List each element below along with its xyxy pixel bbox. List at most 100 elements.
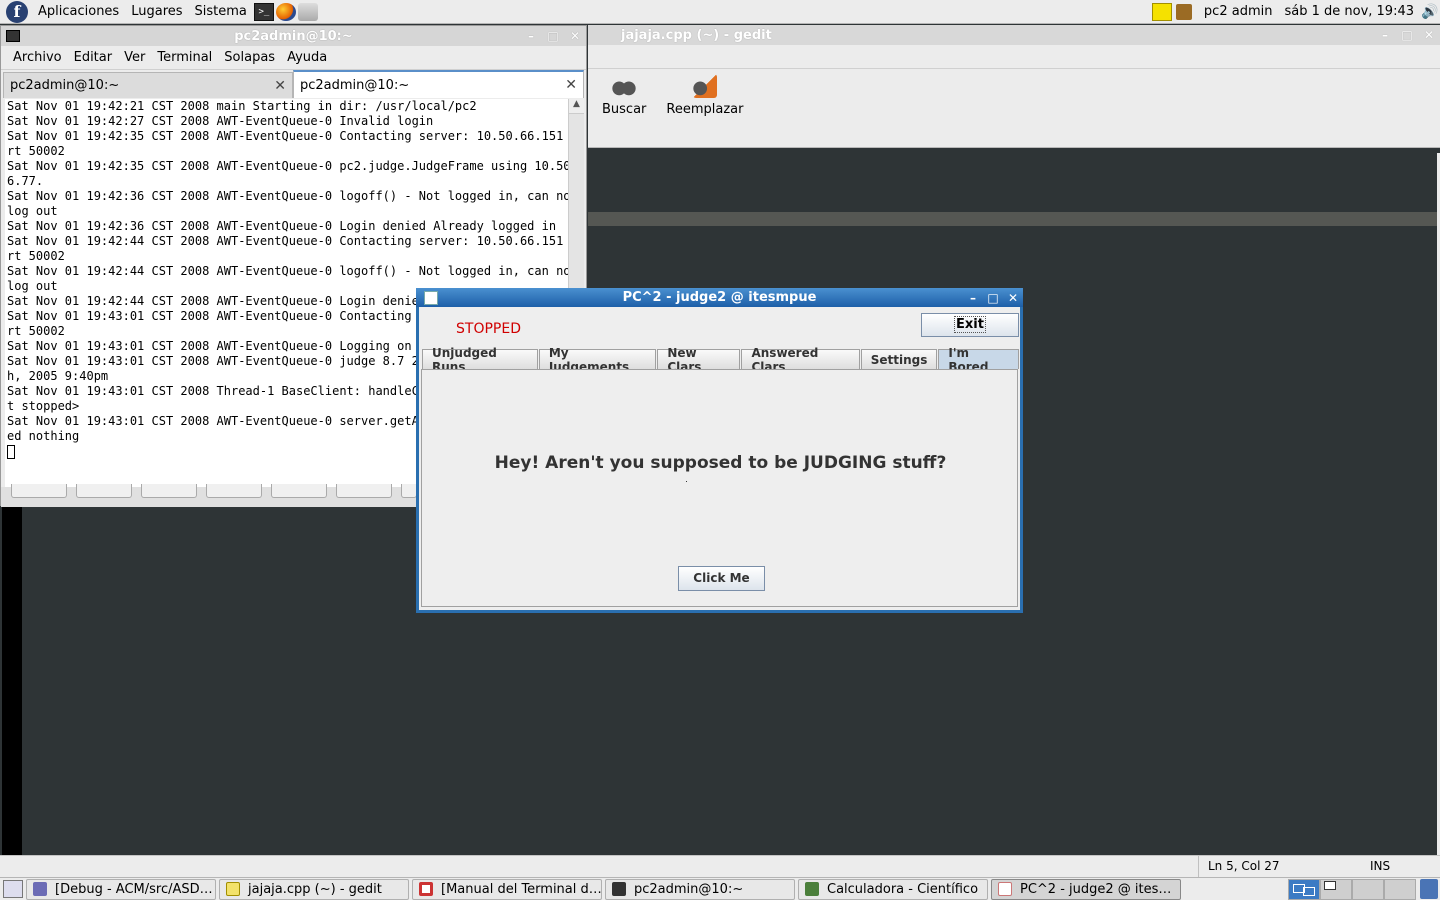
click-me-button[interactable]: Click Me	[678, 566, 765, 591]
close-tab-icon[interactable]: ✕	[274, 78, 286, 94]
workspace-4[interactable]	[1384, 878, 1416, 900]
terminal-line: Sat Nov 01 19:42:36 CST 2008 AWT-EventQu…	[7, 189, 568, 203]
calc-button[interactable]	[336, 484, 392, 498]
calc-button[interactable]	[141, 484, 197, 498]
calc-button[interactable]	[11, 484, 67, 498]
tab-new-clars[interactable]: New Clars	[657, 346, 741, 374]
replace-button[interactable]: Reemplazar	[660, 71, 749, 117]
terminal-menubar: Archivo Editar Ver Terminal Solapas Ayud…	[1, 46, 586, 70]
java-icon	[998, 882, 1012, 896]
close-icon[interactable]: ✕	[1003, 289, 1023, 307]
scroll-up-icon[interactable]: ▲	[569, 99, 584, 114]
firefox-launcher-icon[interactable]	[275, 2, 296, 21]
exit-button[interactable]: Exit	[921, 313, 1019, 337]
gedit-titlebar[interactable]: jajaja.cpp (~) - gedit – □ ✕	[588, 25, 1440, 45]
close-icon[interactable]: ✕	[1418, 26, 1440, 44]
task-eclipse[interactable]: [Debug - ACM/src/ASD…	[26, 878, 216, 900]
binoculars-icon	[612, 74, 637, 98]
pc2-titlebar[interactable]: PC^2 - judge2 @ itesmpue – □ ✕	[416, 288, 1023, 307]
user-name[interactable]: pc2 admin	[1198, 4, 1279, 19]
bottom-panel: [Debug - ACM/src/ASD… jajaja.cpp (~) - g…	[0, 877, 1440, 900]
tab-unjudged-runs[interactable]: Unjudged Runs	[422, 346, 538, 374]
tab-settings[interactable]: Settings	[860, 349, 938, 369]
tab-label: pc2admin@10:~	[10, 78, 120, 93]
calc-button[interactable]	[271, 484, 327, 498]
task-pc2[interactable]: PC^2 - judge2 @ ites…	[991, 878, 1181, 900]
menu-editar[interactable]: Editar	[68, 50, 119, 65]
exit-label: Exit	[954, 316, 986, 333]
volume-icon[interactable]: 🔊	[1420, 3, 1440, 21]
replace-label: Reemplazar	[666, 102, 744, 117]
help-icon	[419, 882, 433, 896]
tab-im-bored[interactable]: I'm Bored	[938, 346, 1019, 374]
trash-icon[interactable]	[1420, 879, 1438, 899]
replace-icon	[692, 74, 717, 98]
menu-terminal[interactable]: Terminal	[151, 50, 218, 65]
terminal-line: Sat Nov 01 19:42:36 CST 2008 AWT-EventQu…	[7, 219, 557, 233]
task-terminal-manual[interactable]: [Manual del Terminal d…	[412, 878, 602, 900]
tab-answered-clars[interactable]: Answered Clars	[741, 346, 860, 374]
minimize-icon[interactable]: –	[1374, 26, 1396, 44]
calc-button[interactable]	[206, 484, 262, 498]
show-desktop-icon[interactable]	[3, 880, 23, 898]
fedora-logo-icon[interactable]: f	[6, 0, 28, 23]
gedit-title: jajaja.cpp (~) - gedit	[621, 27, 772, 43]
maximize-icon[interactable]: □	[1396, 26, 1418, 44]
task-gedit[interactable]: jajaja.cpp (~) - gedit	[219, 878, 409, 900]
menu-system[interactable]: Sistema	[189, 4, 253, 19]
task-calculator[interactable]: Calculadora - Científico	[798, 878, 988, 900]
find-button[interactable]: Buscar	[596, 71, 652, 117]
menu-applications[interactable]: Aplicaciones	[32, 4, 125, 19]
menu-solapas[interactable]: Solapas	[218, 50, 281, 65]
terminal-tab-1[interactable]: pc2admin@10:~ ✕	[3, 72, 293, 98]
task-label: jajaja.cpp (~) - gedit	[248, 881, 382, 897]
package-updater-icon[interactable]	[1175, 3, 1192, 20]
terminal-line: Sat Nov 01 19:42:44 CST 2008 AWT-EventQu…	[7, 234, 568, 248]
minimize-icon[interactable]: –	[520, 27, 542, 45]
current-line-highlight	[588, 212, 1440, 226]
gedit-toolbar: Buscar Reemplazar	[588, 69, 1440, 124]
terminal-icon[interactable]	[6, 30, 20, 42]
java-icon[interactable]	[424, 290, 438, 305]
notes-icon[interactable]	[1151, 2, 1172, 21]
gedit-icon	[226, 882, 240, 896]
terminal-tab-2[interactable]: pc2admin@10:~ ✕	[293, 70, 584, 98]
workspace-1[interactable]	[1288, 878, 1320, 900]
calc-button[interactable]	[401, 484, 417, 498]
terminal-launcher-icon[interactable]: >_	[253, 2, 274, 21]
status-separator	[1198, 856, 1199, 878]
clock[interactable]: sáb 1 de nov, 19:43	[1278, 4, 1420, 19]
tab-my-judgements[interactable]: My Judgements	[538, 346, 657, 374]
terminal-titlebar[interactable]: pc2admin@10:~ – □ ✕	[1, 26, 586, 46]
menu-ver[interactable]: Ver	[118, 50, 151, 65]
mail-launcher-icon[interactable]	[297, 2, 318, 21]
workspace-switcher	[1288, 878, 1416, 900]
close-tab-icon[interactable]: ✕	[565, 77, 577, 93]
eclipse-icon	[33, 882, 47, 896]
terminal-line: Sat Nov 01 19:42:35 CST 2008 AWT-EventQu…	[7, 129, 568, 143]
workspace-2[interactable]	[1320, 878, 1352, 900]
workspace-3[interactable]	[1352, 878, 1384, 900]
terminal-icon	[612, 882, 626, 896]
gedit-tabbar	[588, 124, 1440, 148]
terminal-line: 6.77.	[7, 174, 44, 188]
task-terminal[interactable]: pc2admin@10:~	[605, 878, 795, 900]
calculator-icon	[805, 882, 819, 896]
close-icon[interactable]: ✕	[564, 27, 586, 45]
terminal-line: Sat Nov 01 19:42:44 CST 2008 AWT-EventQu…	[7, 264, 568, 278]
minimize-icon[interactable]: –	[963, 289, 983, 307]
menu-places[interactable]: Lugares	[125, 4, 188, 19]
bored-message: Hey! Aren't you supposed to be JUDGING s…	[494, 453, 947, 473]
menu-ayuda[interactable]: Ayuda	[281, 50, 333, 65]
task-label: [Manual del Terminal d…	[441, 881, 602, 897]
calc-button[interactable]	[76, 484, 132, 498]
message-dot	[686, 481, 687, 482]
pc2-judge-window: PC^2 - judge2 @ itesmpue – □ ✕ STOPPED E…	[416, 288, 1023, 613]
terminal-cursor	[7, 444, 15, 459]
calculator-display	[2, 506, 22, 855]
menu-archivo[interactable]: Archivo	[7, 50, 68, 65]
maximize-icon[interactable]: □	[542, 27, 564, 45]
maximize-icon[interactable]: □	[983, 289, 1003, 307]
tab-label: pc2admin@10:~	[300, 77, 410, 93]
terminal-line: rt 50002	[7, 249, 65, 263]
